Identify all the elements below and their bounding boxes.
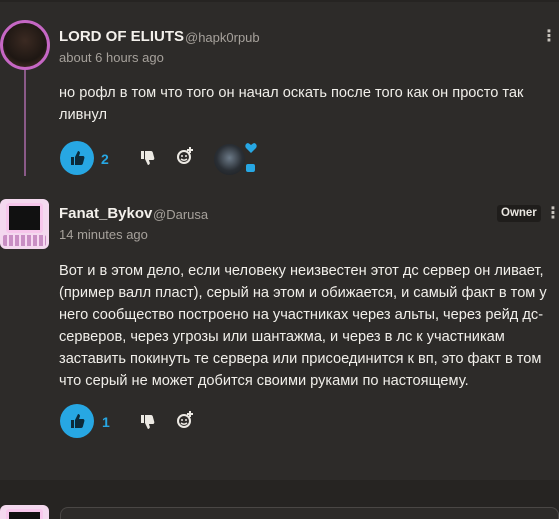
avatar[interactable]	[0, 199, 49, 249]
current-user-avatar[interactable]	[0, 505, 49, 519]
thumbs-down-icon[interactable]	[139, 413, 157, 431]
owner-badge: Owner	[497, 205, 541, 222]
reaction-bubble-icon	[246, 164, 255, 172]
reactor-avatar[interactable]	[214, 144, 245, 175]
like-button[interactable]	[60, 404, 94, 438]
thread-line	[24, 70, 26, 176]
keyboard-icon	[3, 235, 46, 246]
more-options-icon[interactable]: ⋮	[541, 28, 557, 44]
add-reaction-icon[interactable]	[176, 411, 194, 429]
like-count: 1	[102, 414, 110, 430]
like-button[interactable]	[60, 141, 94, 175]
like-count: 2	[101, 151, 109, 167]
author-name[interactable]: Fanat_Bykov	[59, 205, 152, 222]
post-body: Вот и в этом дело, если человеку неизвес…	[59, 263, 547, 389]
thumbs-up-icon	[71, 151, 85, 165]
post-timestamp: about 6 hours ago	[59, 50, 164, 65]
author-handle[interactable]: @hapk0rpub	[185, 30, 260, 45]
top-divider	[0, 0, 559, 2]
author-name[interactable]: LORD OF ELIUTS	[59, 28, 184, 45]
author-handle[interactable]: @Darusa	[153, 207, 208, 222]
thumbs-up-icon	[71, 414, 85, 428]
thumbs-down-icon[interactable]	[139, 149, 157, 167]
post-timestamp: 14 minutes ago	[59, 227, 148, 242]
post-body: но рофл в том что того он начал оскать п…	[59, 85, 524, 123]
heart-icon	[245, 143, 257, 153]
add-reaction-icon[interactable]	[176, 147, 194, 165]
more-options-icon[interactable]: ⋮	[545, 205, 559, 221]
pc-screen-icon	[6, 509, 43, 519]
pc-screen-icon	[6, 203, 43, 233]
reply-input[interactable]	[60, 507, 559, 519]
avatar[interactable]	[0, 20, 50, 70]
